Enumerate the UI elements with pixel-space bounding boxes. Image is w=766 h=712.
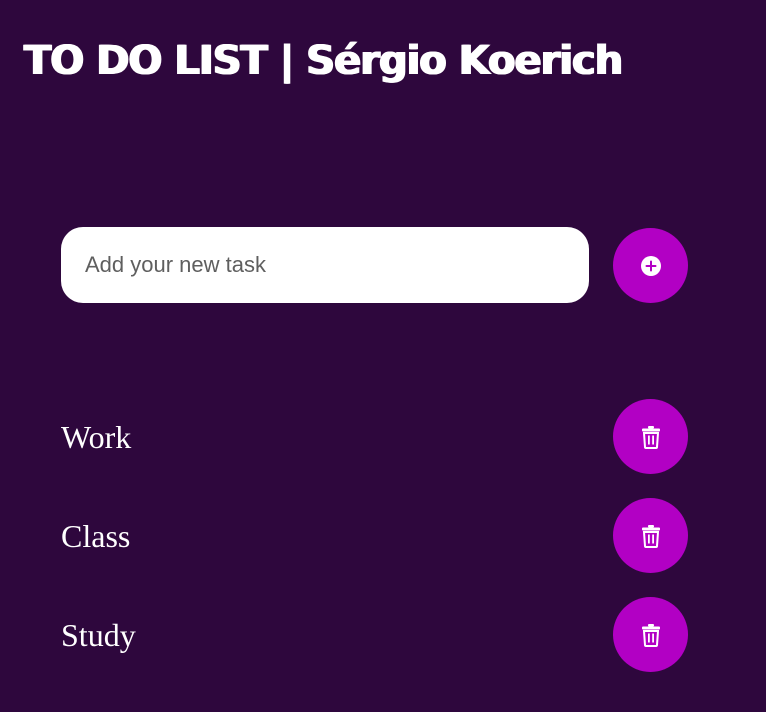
plus-circle-icon xyxy=(640,255,662,277)
page-title: TO DO LIST | Sérgio Koerich xyxy=(24,38,623,84)
trash-icon xyxy=(641,524,661,548)
add-task-button[interactable] xyxy=(613,228,688,303)
delete-task-button[interactable] xyxy=(613,498,688,573)
trash-icon xyxy=(641,623,661,647)
trash-icon xyxy=(641,425,661,449)
new-task-input[interactable] xyxy=(61,227,589,303)
task-item-label: Work xyxy=(61,419,132,455)
delete-task-button[interactable] xyxy=(613,597,688,672)
task-item-label: Study xyxy=(61,617,136,653)
delete-task-button[interactable] xyxy=(613,399,688,474)
task-item-label: Class xyxy=(61,518,131,554)
